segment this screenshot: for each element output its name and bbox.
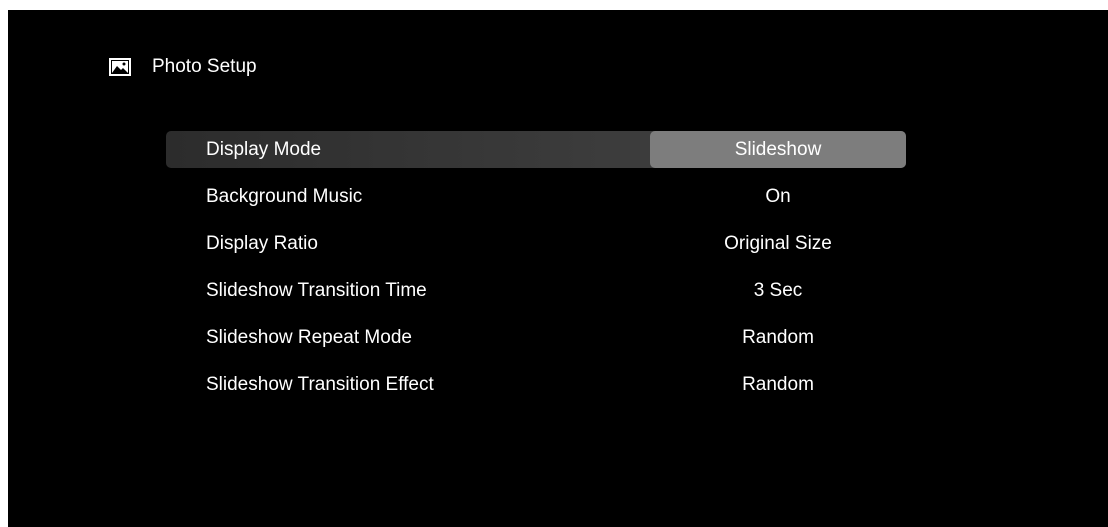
menu-item-slideshow-transition-time[interactable]: Slideshow Transition Time 3 Sec <box>166 272 906 309</box>
photo-setup-screen: Photo Setup Display Mode Slideshow Backg… <box>8 10 1108 527</box>
menu-item-slideshow-repeat-mode[interactable]: Slideshow Repeat Mode Random <box>166 319 906 356</box>
image-icon <box>109 58 131 76</box>
menu-item-label: Background Music <box>206 185 363 207</box>
menu-item-label: Display Ratio <box>206 232 318 254</box>
menu-item-background-music[interactable]: Background Music On <box>166 178 906 215</box>
menu-item-value[interactable]: 3 Sec <box>650 272 906 309</box>
menu-item-display-ratio[interactable]: Display Ratio Original Size <box>166 225 906 262</box>
menu-item-label: Slideshow Repeat Mode <box>206 326 412 348</box>
menu-item-value[interactable]: Original Size <box>650 225 906 262</box>
menu-item-value[interactable]: Random <box>650 319 906 356</box>
menu-item-value[interactable]: Slideshow <box>650 131 906 168</box>
menu-item-label: Slideshow Transition Effect <box>206 373 434 395</box>
settings-menu: Display Mode Slideshow Background Music … <box>166 131 906 413</box>
page-header: Photo Setup <box>109 54 257 80</box>
page-title: Photo Setup <box>152 56 257 77</box>
menu-item-label: Slideshow Transition Time <box>206 279 427 301</box>
menu-item-slideshow-transition-effect[interactable]: Slideshow Transition Effect Random <box>166 366 906 403</box>
menu-item-value[interactable]: Random <box>650 366 906 403</box>
menu-item-display-mode[interactable]: Display Mode Slideshow <box>166 131 906 168</box>
menu-item-label: Display Mode <box>206 138 322 160</box>
menu-item-value[interactable]: On <box>650 178 906 215</box>
